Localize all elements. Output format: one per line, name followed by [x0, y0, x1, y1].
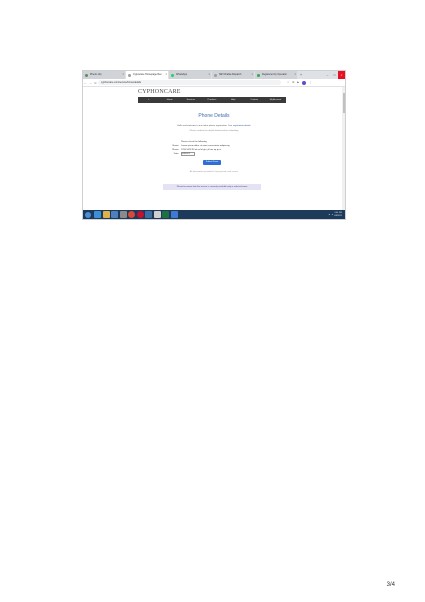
favicon-icon	[128, 73, 131, 77]
media-control-icon[interactable]: ▶	[297, 81, 299, 85]
form-heading: Please check the following	[181, 141, 207, 143]
nav-item-account[interactable]: My Account	[265, 97, 286, 103]
favicon-icon	[214, 73, 217, 77]
minimize-button[interactable]: –	[324, 71, 331, 79]
tab-title: Phenix.rdp	[90, 73, 102, 76]
tab-title: Cypuscare Homepage Rec	[133, 73, 162, 76]
close-window-button[interactable]: ×	[338, 71, 345, 79]
site-logo[interactable]: CYPHONCARE	[138, 89, 181, 95]
nav-item-contact[interactable]: Contact	[244, 97, 265, 103]
favicon-icon	[171, 73, 174, 77]
system-tray: ▲ ◂ 2:04 PM 4/8/2021	[328, 212, 345, 217]
bookmark-star-icon[interactable]: ☆	[287, 81, 289, 85]
notice-banner: Please be aware that this service is cur…	[163, 184, 261, 190]
browser-tab[interactable]: SET-Drabia Dispatch ×	[212, 71, 254, 79]
scrollbar-thumb[interactable]	[342, 93, 345, 113]
nav-item-help[interactable]: Help	[223, 97, 244, 103]
clock-date: 4/8/2021	[334, 214, 342, 217]
calendar-icon[interactable]	[145, 211, 152, 218]
new-tab-button[interactable]: +	[298, 71, 304, 79]
intro-link[interactable]: registration details	[233, 125, 251, 127]
sub-text: Please confirm the details below before …	[189, 130, 239, 132]
excel-icon[interactable]	[162, 211, 169, 218]
form-label: Phone:	[172, 149, 179, 151]
screenshot-frame: Phenix.rdp × Cypuscare Homepage Rec × Wh…	[82, 70, 346, 220]
date-field[interactable]: 03/2021	[181, 151, 195, 157]
close-tab-icon[interactable]: ×	[294, 71, 296, 79]
tab-title: WhatsApp	[176, 73, 188, 76]
nav-item-services[interactable]: Services	[180, 97, 201, 103]
details-form: Please check the following Name: Lorem i…	[161, 140, 271, 157]
nav-home-icon[interactable]: ⌂	[138, 97, 159, 103]
ie-icon[interactable]	[94, 211, 101, 218]
media-icon[interactable]	[111, 211, 118, 218]
address-bar: ← → C cyphoncare.com/service/home/detail…	[83, 79, 345, 87]
page-title: Phone Details	[198, 113, 230, 119]
phone-value: 1234 5678 90 ab cd ef gh ij kl mn op qr …	[181, 149, 222, 151]
tab-strip: Phenix.rdp × Cypuscare Homepage Rec × Wh…	[83, 71, 345, 79]
close-tab-icon[interactable]: ×	[165, 71, 167, 79]
submit-button[interactable]: Submit Form	[203, 160, 221, 165]
close-tab-icon[interactable]: ×	[122, 71, 124, 79]
close-tab-icon[interactable]: ×	[251, 71, 253, 79]
profile-avatar[interactable]	[302, 80, 307, 85]
network-icon[interactable]: ▲	[328, 214, 330, 216]
chrome-icon[interactable]	[128, 211, 135, 218]
nav-item-home[interactable]: Home	[159, 97, 180, 103]
extension-icon[interactable]: ⧉	[292, 81, 294, 85]
start-button[interactable]	[85, 211, 91, 218]
settings-icon[interactable]	[119, 211, 127, 218]
intro-body: Hello and welcome to our online phone re…	[177, 125, 233, 127]
url-field[interactable]: cyphoncare.com/service/home/details	[98, 80, 281, 85]
browser-tab[interactable]: Phenix.rdp ×	[83, 71, 125, 79]
window-controls: – □ ×	[324, 71, 345, 79]
browser-tab[interactable]: WhatsApp ×	[169, 71, 211, 79]
tab-title: Registered by Operator	[262, 73, 287, 76]
page-scrollbar[interactable]	[342, 87, 345, 210]
document-icon[interactable]	[153, 211, 161, 218]
clock[interactable]: 2:04 PM 4/8/2021	[334, 212, 342, 217]
browser-tab-active[interactable]: Cypuscare Homepage Rec ×	[126, 71, 168, 79]
web-page: CYPHONCARE ⌂ Home Services Products Help…	[83, 87, 345, 210]
intro-text: Hello and welcome to our online phone re…	[83, 125, 345, 127]
opera-icon[interactable]	[136, 211, 144, 218]
volume-icon[interactable]: ◂	[332, 214, 333, 216]
maximize-button[interactable]: □	[331, 71, 338, 79]
paint-icon[interactable]	[170, 211, 178, 218]
browser-tab[interactable]: Registered by Operator ×	[255, 71, 297, 79]
page-number: 3/4	[386, 582, 395, 588]
favicon-icon	[257, 73, 260, 77]
form-label: Date:	[173, 153, 179, 155]
name-value: Lorem ipsum dolor sit amet consectetur a…	[181, 145, 230, 147]
menu-kebab-icon[interactable]: ⋮	[309, 81, 312, 85]
form-row: Date: 03/2021	[161, 151, 271, 157]
extension-area: ☆ ⧉ ▶ ⋮	[287, 80, 312, 85]
close-tab-icon[interactable]: ×	[208, 71, 210, 79]
tab-title: SET-Drabia Dispatch	[219, 73, 242, 76]
folder-icon[interactable]	[102, 211, 110, 218]
favicon-icon	[85, 73, 88, 77]
form-label: Name:	[172, 145, 179, 147]
footnote-text: All information provided is kept private…	[189, 171, 239, 173]
nav-item-products[interactable]: Products	[201, 97, 222, 103]
site-nav-bar: ⌂ Home Services Products Help Contact My…	[138, 97, 286, 103]
windows-taskbar: ▲ ◂ 2:04 PM 4/8/2021	[83, 210, 345, 219]
